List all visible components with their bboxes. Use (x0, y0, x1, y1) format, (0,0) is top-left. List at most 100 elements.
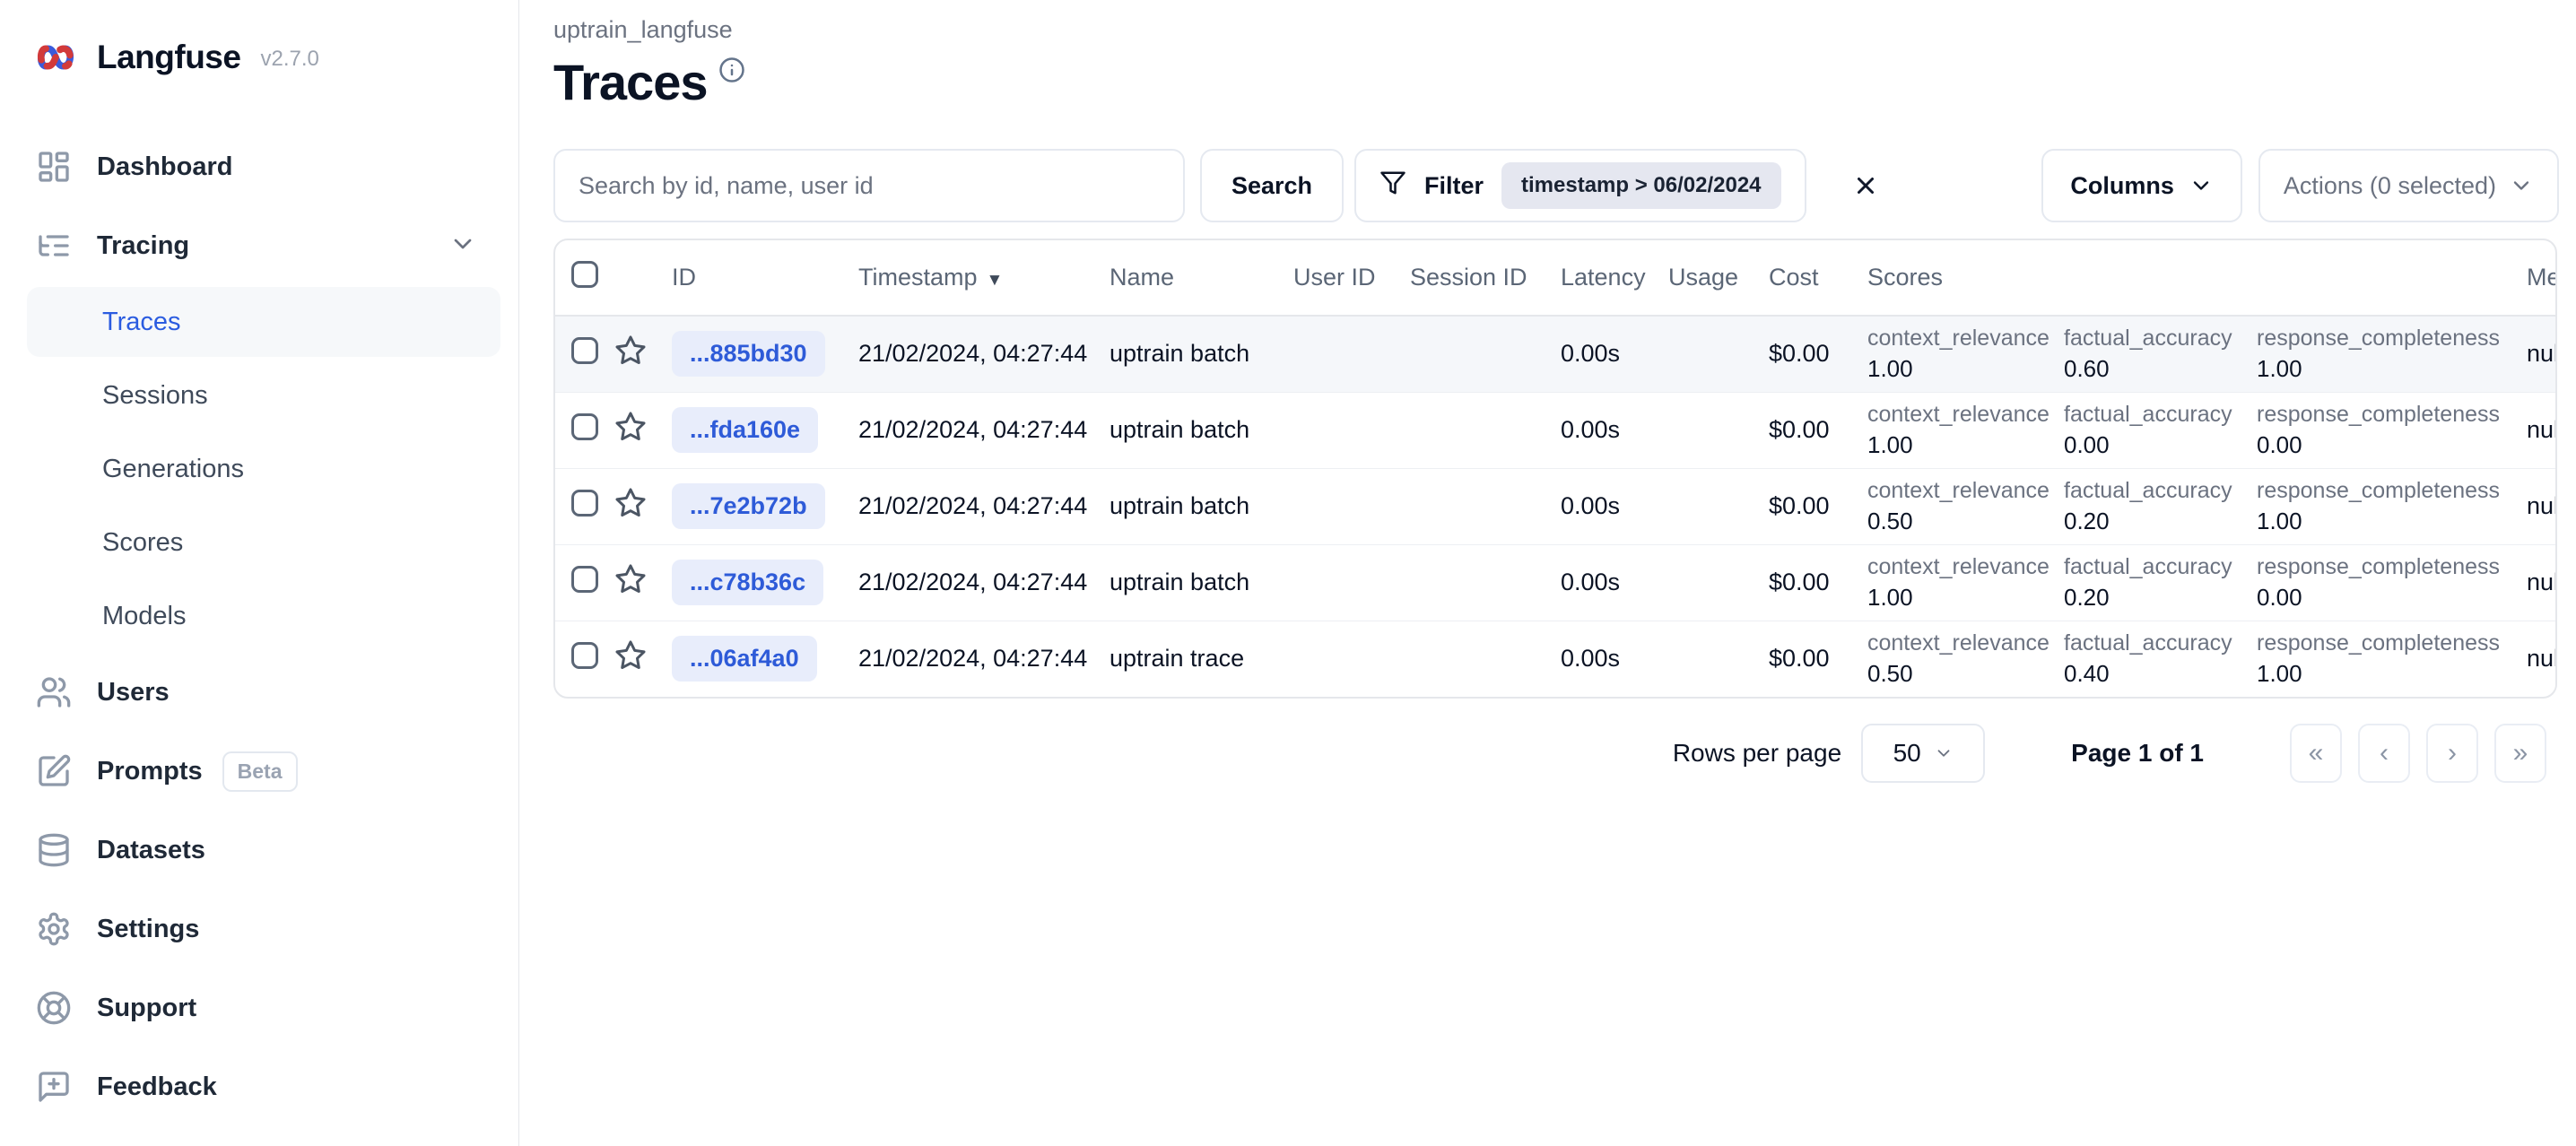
score-name: response_completeness (2257, 554, 2500, 579)
table-row: ...7e2b72b 21/02/2024, 04:27:44 uptrain … (555, 467, 2555, 544)
metadata-cell: null (2527, 467, 2555, 544)
timestamp-cell: 21/02/2024, 04:27:44 (840, 391, 1110, 468)
user-id-cell (1293, 543, 1410, 621)
score-value: 0.20 (2064, 584, 2110, 611)
edit-pencil-icon (36, 753, 72, 789)
sidebar-item-dashboard[interactable]: Dashboard (27, 127, 500, 206)
usage-cell (1668, 543, 1769, 621)
timestamp-cell: 21/02/2024, 04:27:44 (840, 467, 1110, 544)
score-value: 0.50 (1867, 660, 1913, 688)
sidebar-item-datasets[interactable]: Datasets (27, 811, 500, 890)
usage-cell (1668, 467, 1769, 544)
trace-id-link[interactable]: ...7e2b72b (672, 483, 825, 529)
filter-button[interactable]: Filter timestamp > 06/02/2024 (1354, 149, 1806, 222)
sidebar-item-traces[interactable]: Traces (27, 287, 500, 357)
cost-cell: $0.00 (1769, 391, 1867, 468)
search-input[interactable] (553, 149, 1185, 222)
info-icon[interactable] (718, 56, 745, 111)
table-row: ...885bd30 21/02/2024, 04:27:44 uptrain … (555, 316, 2555, 392)
main-content: uptrain_langfuse Traces Search Filter ti… (519, 0, 2576, 783)
session-id-cell (1410, 620, 1561, 697)
score-value: 0.00 (2257, 584, 2302, 611)
star-icon[interactable] (614, 411, 647, 443)
name-cell: uptrain batch (1110, 340, 1250, 368)
columns-button[interactable]: Columns (2041, 149, 2242, 222)
sidebar-item-generations[interactable]: Generations (27, 432, 500, 506)
beta-badge: Beta (222, 751, 298, 792)
trace-id-link[interactable]: ...06af4a0 (672, 636, 817, 682)
actions-button[interactable]: Actions (0 selected) (2258, 149, 2559, 222)
users-icon (36, 674, 72, 710)
cost-cell: $0.00 (1769, 340, 1830, 368)
gear-icon (36, 911, 72, 947)
score-value: 1.00 (1867, 355, 1913, 383)
select-all-checkbox[interactable] (571, 261, 598, 288)
first-page-button[interactable]: « (2290, 724, 2342, 783)
usage-cell (1668, 316, 1769, 392)
column-header-timestamp[interactable]: Timestamp ▼ (840, 240, 1110, 317)
score-name: response_completeness (2257, 326, 2500, 352)
sidebar-item-settings[interactable]: Settings (27, 890, 500, 968)
sidebar-item-label: Settings (97, 914, 200, 943)
trace-id-link[interactable]: ...fda160e (672, 407, 819, 453)
trace-id-link[interactable]: ...885bd30 (672, 331, 825, 378)
score-value: 1.00 (1867, 584, 1913, 611)
sidebar-item-label: Sessions (102, 380, 208, 410)
row-checkbox[interactable] (571, 490, 598, 517)
pager: « ‹ › » (2290, 724, 2546, 783)
sidebar-item-sessions[interactable]: Sessions (27, 359, 500, 432)
sidebar-item-prompts[interactable]: Prompts Beta (27, 732, 500, 811)
rows-per-page-select[interactable]: 50 (1861, 724, 1986, 783)
user-id-cell (1293, 316, 1410, 392)
breadcrumb[interactable]: uptrain_langfuse (553, 16, 2576, 44)
latency-cell: 0.00s (1561, 467, 1668, 544)
life-buoy-icon (36, 990, 72, 1026)
row-checkbox[interactable] (571, 566, 598, 593)
scores-cell: context_relevance 1.00 factual_accuracy 0.… (1867, 325, 2527, 383)
clear-filter-button[interactable] (1837, 149, 1894, 222)
sidebar-item-label: Dashboard (97, 152, 233, 181)
name-cell: uptrain batch (1110, 467, 1293, 544)
sidebar-item-label: Tracing (97, 230, 190, 260)
scores-cell: context_relevance 0.50 factual_accuracy 0.… (1867, 629, 2527, 688)
search-button[interactable]: Search (1200, 149, 1344, 222)
sidebar-item-models[interactable]: Models (27, 579, 500, 653)
column-header-usage: Usage (1668, 240, 1769, 317)
cost-cell: $0.00 (1769, 620, 1867, 697)
sidebar-item-users[interactable]: Users (27, 653, 500, 732)
columns-label: Columns (2070, 171, 2174, 199)
star-icon[interactable] (614, 563, 647, 595)
row-checkbox[interactable] (571, 337, 598, 365)
sidebar-nav: Dashboard Tracing Traces Sessions Genera… (27, 127, 500, 1126)
score-name: factual_accuracy (2064, 402, 2232, 427)
sidebar-item-feedback[interactable]: Feedback (27, 1047, 500, 1126)
chevron-down-icon (2189, 173, 2214, 198)
sidebar-item-support[interactable]: Support (27, 968, 500, 1047)
latency-cell: 0.00s (1561, 543, 1668, 621)
x-icon (1852, 172, 1879, 199)
score-value: 0.50 (1867, 508, 1913, 534)
sidebar-item-label: Generations (102, 454, 244, 483)
prev-page-button[interactable]: ‹ (2358, 724, 2410, 783)
score-value: 0.00 (2257, 431, 2302, 458)
trace-id-link[interactable]: ...c78b36c (672, 560, 824, 605)
sidebar-item-tracing[interactable]: Tracing (27, 206, 500, 285)
score-name: context_relevance (1867, 554, 2049, 579)
next-page-button[interactable]: › (2426, 724, 2478, 783)
last-page-button[interactable]: » (2494, 724, 2546, 783)
row-checkbox[interactable] (571, 413, 598, 440)
star-icon[interactable] (614, 334, 647, 367)
filter-label: Filter (1424, 171, 1484, 199)
name-cell: uptrain batch (1110, 543, 1293, 621)
row-checkbox[interactable] (571, 642, 598, 670)
usage-cell (1668, 620, 1769, 697)
score-name: factual_accuracy (2064, 554, 2232, 579)
page-info: Page 1 of 1 (2071, 739, 2204, 767)
chevron-down-icon[interactable] (448, 230, 477, 263)
star-icon[interactable] (614, 639, 647, 672)
scores-cell: context_relevance 0.50 factual_accuracy 0.… (1867, 477, 2527, 535)
cost-cell: $0.00 (1769, 467, 1867, 544)
sidebar-item-scores[interactable]: Scores (27, 506, 500, 579)
star-icon[interactable] (614, 487, 647, 519)
score-name: context_relevance (1867, 630, 2049, 656)
